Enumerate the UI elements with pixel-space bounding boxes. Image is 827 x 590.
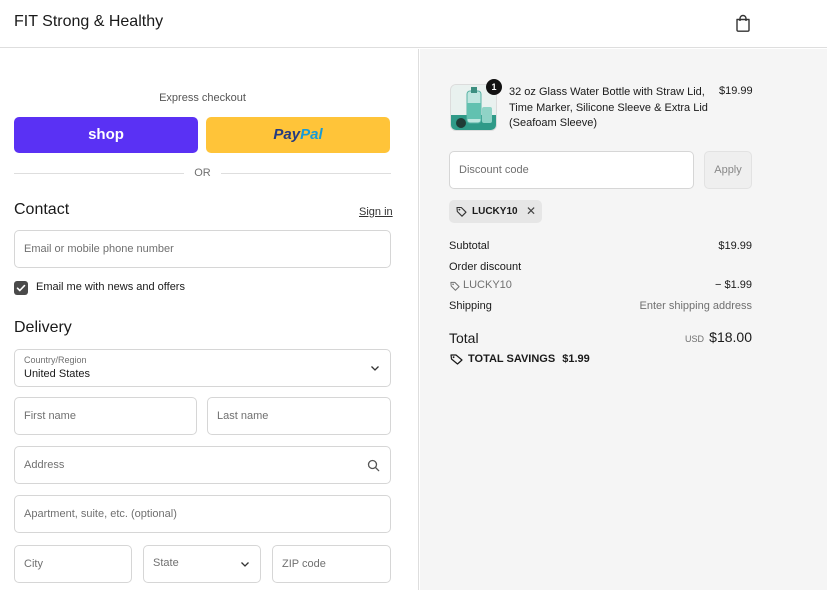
- tag-icon: [450, 281, 460, 291]
- tag-icon: [456, 206, 467, 217]
- country-value: United States: [24, 368, 91, 380]
- marketing-label: Email me with news and offers: [36, 281, 185, 293]
- sign-in-link[interactable]: Sign in: [359, 206, 393, 218]
- email-field[interactable]: Email or mobile phone number: [14, 230, 391, 268]
- first-name-field[interactable]: First name: [14, 397, 197, 435]
- subtotal-value: $19.99: [718, 240, 752, 252]
- savings-tag-icon: [450, 354, 463, 365]
- zip-field[interactable]: ZIP code: [272, 545, 391, 583]
- total-label: Total: [449, 330, 479, 346]
- order-summary: 1 32 oz Glass Water Bottle with Straw Li…: [420, 49, 827, 590]
- applied-code: LUCKY10: [472, 206, 518, 217]
- chevron-down-icon: [371, 366, 379, 371]
- discount-amount: − $1.99: [714, 279, 752, 291]
- checkout-form-column: Express checkout shop PayPal OR Contact …: [0, 49, 419, 590]
- order-discount-label: Order discount: [449, 261, 522, 273]
- apply-discount-button[interactable]: Apply: [704, 151, 752, 189]
- savings-label: TOTAL SAVINGS: [468, 353, 556, 365]
- country-select[interactable]: Country/Region United States: [14, 349, 391, 387]
- shop-pay-button[interactable]: shop: [14, 117, 198, 153]
- state-placeholder: State: [153, 557, 179, 569]
- paypal-button[interactable]: PayPal: [206, 117, 390, 153]
- apartment-field[interactable]: Apartment, suite, etc. (optional): [14, 495, 391, 533]
- or-divider: OR: [14, 166, 391, 180]
- discount-placeholder: Discount code: [459, 164, 529, 176]
- checkmark-icon: [16, 284, 26, 292]
- address-placeholder: Address: [24, 459, 65, 471]
- header: FIT Strong & Healthy: [0, 0, 827, 48]
- total-value: $18.00: [709, 329, 752, 345]
- quantity-badge: 1: [486, 79, 502, 95]
- shipping-label: Shipping: [449, 300, 492, 312]
- state-select[interactable]: State: [143, 545, 261, 583]
- zip-placeholder: ZIP code: [282, 558, 326, 570]
- shipping-value: Enter shipping address: [639, 300, 752, 312]
- chevron-down-icon: [241, 562, 249, 567]
- remove-discount-icon[interactable]: ✕: [526, 205, 536, 217]
- total-savings: TOTAL SAVINGS $1.99: [468, 353, 590, 365]
- paypal-logo-pay: Pay: [273, 126, 301, 143]
- store-brand[interactable]: FIT Strong & Healthy: [14, 13, 163, 31]
- email-placeholder: Email or mobile phone number: [24, 243, 174, 255]
- contact-heading: Contact: [14, 201, 70, 218]
- express-checkout-label: Express checkout: [159, 92, 246, 104]
- search-icon[interactable]: [367, 459, 380, 472]
- address-field[interactable]: Address: [14, 446, 391, 484]
- divider-line-right: [221, 173, 391, 174]
- last-name-placeholder: Last name: [217, 410, 269, 422]
- product-price: $19.99: [719, 85, 753, 97]
- discount-code-name: LUCKY10: [463, 279, 512, 291]
- shopping-bag-icon[interactable]: [735, 14, 751, 32]
- last-name-field[interactable]: Last name: [207, 397, 391, 435]
- city-placeholder: City: [24, 558, 43, 570]
- applied-discount-chip: LUCKY10 ✕: [449, 200, 542, 223]
- currency-code: USD: [684, 334, 704, 344]
- savings-value: $1.99: [562, 353, 590, 365]
- marketing-checkbox[interactable]: [14, 281, 28, 295]
- apartment-placeholder: Apartment, suite, etc. (optional): [24, 508, 177, 520]
- city-field[interactable]: City: [14, 545, 132, 583]
- product-name: 32 oz Glass Water Bottle with Straw Lid,…: [509, 86, 708, 129]
- subtotal-label: Subtotal: [449, 240, 490, 252]
- delivery-heading: Delivery: [14, 319, 72, 336]
- first-name-placeholder: First name: [24, 410, 76, 422]
- discount-code-field[interactable]: Discount code: [449, 151, 694, 189]
- country-label: Country/Region: [24, 355, 87, 365]
- paypal-logo-pal: Pal: [300, 126, 323, 143]
